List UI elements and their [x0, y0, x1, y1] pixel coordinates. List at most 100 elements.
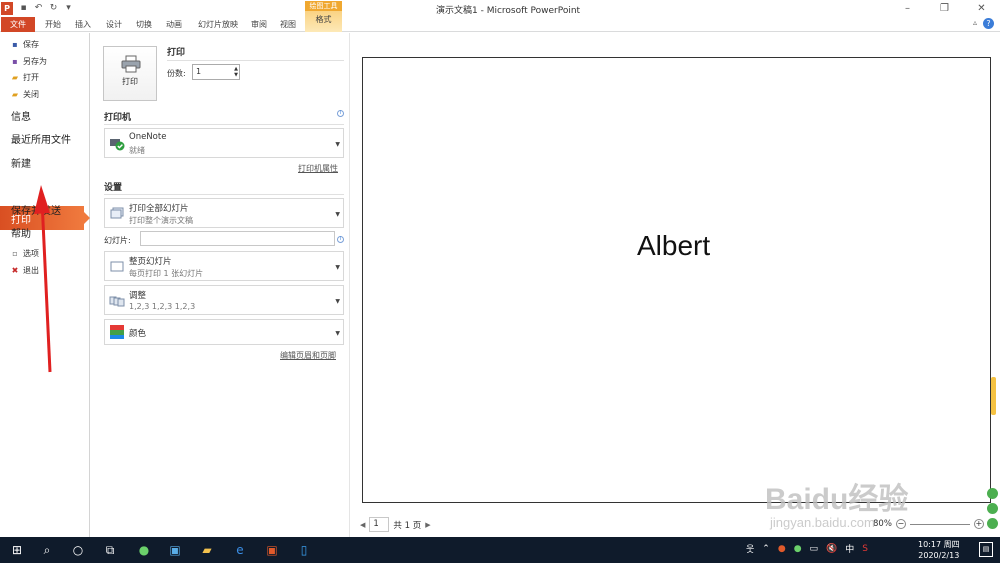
info-icon[interactable]: i	[337, 110, 344, 117]
collate-sub: 1,2,3 1,2,3 1,2,3	[129, 302, 196, 311]
browser-icon[interactable]: ●	[136, 542, 152, 558]
chevron-down-icon: ▼	[335, 330, 340, 337]
widget-icon[interactable]	[987, 488, 998, 499]
system-clock[interactable]: 10:17 周四 2020/2/13	[918, 539, 960, 561]
slide-preview: Albert	[362, 57, 991, 503]
tab-review[interactable]: 审阅	[246, 17, 272, 32]
save-icon[interactable]: ▪	[19, 4, 28, 13]
collate-dropdown[interactable]: 调整 1,2,3 1,2,3 1,2,3 ▼	[104, 285, 344, 315]
notification-icon[interactable]: ▤	[979, 542, 993, 557]
title-bar: P ▪ ↶ ↻ ▾ 演示文稿1 - Microsoft PowerPoint –…	[0, 0, 1000, 17]
minimize-icon[interactable]: –	[889, 0, 926, 17]
nav-save-as[interactable]: ▪ 另存为	[11, 56, 47, 67]
tab-view[interactable]: 视图	[275, 17, 301, 32]
widget-icon[interactable]	[987, 518, 998, 529]
person-icon[interactable]: 웃	[746, 542, 754, 555]
show-hidden-icon[interactable]: ⌃	[762, 544, 770, 554]
zoom-in-icon[interactable]: +	[973, 519, 984, 529]
collapse-ribbon-icon[interactable]: ▵	[973, 18, 977, 27]
color-swatch-icon	[110, 325, 124, 339]
widget-icon[interactable]	[987, 503, 998, 514]
spin-arrows-icon[interactable]: ▲ ▼	[234, 66, 238, 78]
copies-stepper[interactable]: 1 ▲ ▼	[192, 64, 240, 80]
chevron-down-icon: ▼	[335, 211, 340, 218]
close-icon[interactable]: ✕	[963, 0, 1000, 17]
edit-header-footer-link[interactable]: 编辑页眉和页脚	[280, 350, 336, 361]
zoom-out-icon[interactable]: −	[895, 519, 906, 529]
nav-save-send[interactable]: 保存并发送	[11, 202, 61, 217]
window-title: 演示文稿1 - Microsoft PowerPoint	[436, 6, 581, 16]
app-icon[interactable]: ▣	[167, 542, 183, 558]
page-input[interactable]: 1	[369, 517, 390, 532]
nav-info[interactable]: 信息	[11, 108, 31, 123]
print-range-sub: 打印整个演示文稿	[129, 216, 193, 225]
printer-status: 就绪	[129, 146, 145, 155]
side-widgets	[987, 488, 998, 529]
tab-insert[interactable]: 插入	[70, 17, 96, 32]
nav-close[interactable]: ▰ 关闭	[11, 89, 39, 100]
save-icon: ▪	[12, 39, 18, 49]
print-button-label: 打印	[122, 77, 138, 86]
print-range-dropdown[interactable]: 打印全部幻灯片 打印整个演示文稿 ▼	[104, 198, 344, 228]
layout-dropdown[interactable]: 整页幻灯片 每页打印 1 张幻灯片 ▼	[104, 251, 344, 281]
help-icon[interactable]: ?	[983, 18, 994, 29]
task-view-icon[interactable]: ⧉	[102, 542, 118, 558]
next-page-icon[interactable]: ▶	[425, 521, 430, 529]
nav-save[interactable]: ▪ 保存	[11, 39, 39, 50]
page-total: 共 1 页	[393, 520, 422, 531]
zoom-slider[interactable]	[909, 523, 970, 525]
file-explorer-icon[interactable]: ▰	[199, 542, 215, 558]
tab-format[interactable]: 格式	[305, 11, 342, 29]
phone-app-icon[interactable]: ▯	[296, 542, 312, 558]
network-icon[interactable]: ▭	[810, 544, 819, 554]
tab-slideshow[interactable]: 幻灯片放映	[193, 17, 243, 32]
printer-icon	[121, 55, 141, 73]
printer-properties-link[interactable]: 打印机属性	[298, 163, 338, 174]
ime-indicator[interactable]: 中	[845, 542, 854, 555]
nav-options[interactable]: ▫ 选项	[11, 248, 39, 259]
printer-dropdown[interactable]: OneNote 就绪 ▼	[104, 128, 344, 158]
powerpoint-app-icon[interactable]: P	[1, 2, 13, 15]
prev-page-icon[interactable]: ◀	[360, 521, 365, 529]
backstage-nav: ▪ 保存 ▪ 另存为 ▰ 打开 ▰ 关闭 信息 最近所用文件 新建 打印 保存并…	[0, 33, 90, 537]
undo-icon[interactable]: ↶	[34, 4, 43, 13]
exit-icon: ✖	[11, 265, 19, 275]
sogou-icon[interactable]: S	[862, 544, 868, 554]
search-icon[interactable]: ⌕	[39, 542, 55, 558]
printer-ready-icon	[110, 139, 125, 151]
tab-file[interactable]: 文件	[1, 17, 35, 32]
divider	[167, 60, 344, 61]
context-group-label: 绘图工具	[305, 1, 342, 11]
print-button[interactable]: 打印	[103, 46, 157, 101]
tray-app-icon[interactable]: ●	[778, 544, 786, 554]
customize-toolbar-icon[interactable]: ▾	[64, 4, 73, 13]
restore-icon[interactable]: ❐	[926, 0, 963, 17]
nav-exit[interactable]: ✖ 退出	[11, 265, 39, 276]
page-navigator: ◀ 1 共 1 页 ▶	[360, 517, 431, 532]
slides-input[interactable]	[140, 231, 335, 246]
nav-open[interactable]: ▰ 打开	[11, 72, 39, 83]
tab-transitions[interactable]: 切换	[131, 17, 157, 32]
tab-animations[interactable]: 动画	[161, 17, 187, 32]
color-dropdown[interactable]: 颜色 ▼	[104, 319, 344, 345]
info-icon[interactable]: i	[337, 236, 344, 243]
wechat-icon[interactable]: ●	[794, 544, 802, 554]
taskbar: ⊞ ⌕ ○ ⧉ ● ▣ ▰ e ▣ ▯ 웃 ⌃ ● ● ▭ 🔇 中 S 10:1…	[0, 537, 1000, 563]
redo-icon[interactable]: ↻	[49, 4, 58, 13]
slides-stack-icon	[110, 207, 124, 219]
cortana-icon[interactable]: ○	[70, 542, 86, 558]
zoom-level[interactable]: 80%	[873, 519, 892, 529]
volume-icon[interactable]: 🔇	[826, 544, 837, 554]
nav-help[interactable]: 帮助	[11, 225, 31, 240]
open-folder-icon: ▰	[11, 72, 19, 82]
nav-new[interactable]: 新建	[11, 155, 31, 170]
windows-start-icon[interactable]: ⊞	[9, 542, 25, 558]
tab-design[interactable]: 设计	[101, 17, 127, 32]
powerpoint-taskbar-icon[interactable]: ▣	[264, 542, 280, 558]
preview-scrollbar[interactable]	[991, 377, 996, 415]
print-settings-panel: 打印 打印 份数: 1 ▲ ▼ 打印机 i OneNote 就绪 ▼ 打印机属性 …	[91, 33, 350, 537]
nav-recent[interactable]: 最近所用文件	[11, 131, 71, 146]
tab-home[interactable]: 开始	[40, 17, 66, 32]
edge-icon[interactable]: e	[232, 542, 248, 558]
print-heading: 打印	[167, 48, 186, 58]
